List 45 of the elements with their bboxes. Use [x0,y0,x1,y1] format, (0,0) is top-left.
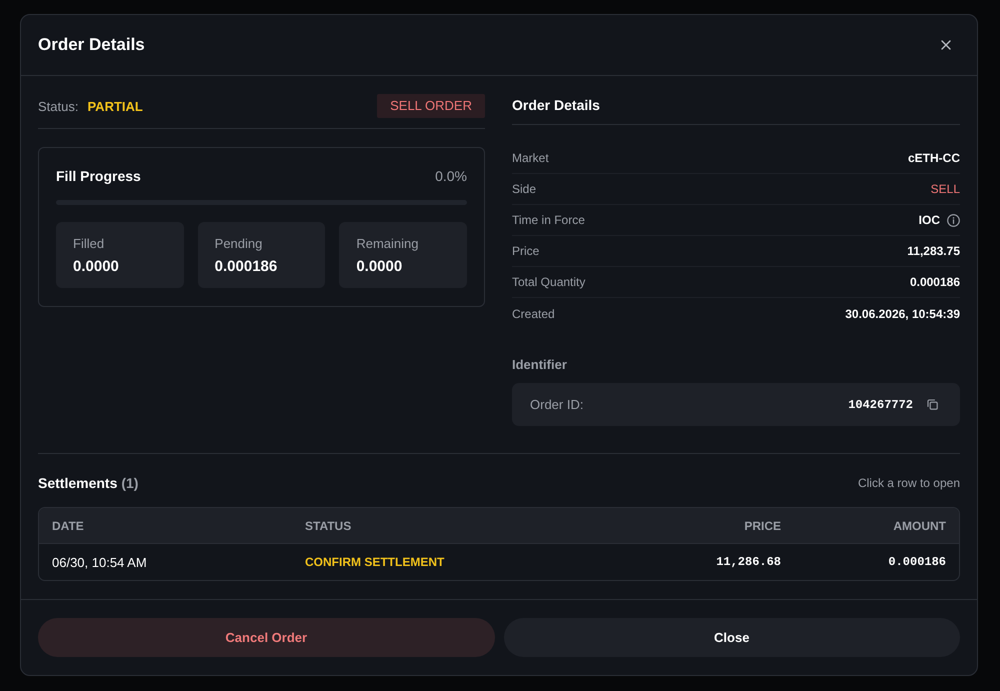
detail-label: Total Quantity [512,275,586,289]
date-cell[interactable]: 06/30, 10:54 AM [52,554,305,570]
column-header: AMOUNT [892,518,946,532]
close-dialog-button[interactable]: Close [504,618,960,657]
identifier-heading: Identifier [512,356,567,372]
detail-label: Created [512,306,555,320]
detail-label: Side [512,182,536,196]
detail-label: Market [512,151,549,165]
sell-order-badge: SELL ORDER [377,94,485,118]
detail-value: 0.000186 [910,275,960,289]
column-header: STATUS [305,518,352,532]
order-id-value: 104267772 [848,398,913,412]
status-label: Status: [38,98,78,114]
dialog-title: Order Details [38,35,145,55]
settlements-heading: Settlements [38,475,118,491]
stat-value: 0.000186 [214,257,278,277]
status-cell[interactable]: CONFIRM SETTLEMENT [305,555,641,569]
order-id-label: Order ID: [530,397,584,412]
stat-label: Remaining [356,236,418,252]
settlements-count: (1) [121,475,138,491]
cancel-order-button[interactable]: Cancel Order [38,618,494,657]
status-value: PARTIAL [87,98,143,114]
amount-cell[interactable]: 0.000186 [781,555,946,569]
close-button[interactable] [939,38,953,52]
close-icon [941,40,951,50]
detail-value: 11,283.75 [907,244,960,258]
copy-icon[interactable] [927,399,938,410]
detail-label: Time in Force [512,213,585,227]
detail-value: SELL [930,182,960,196]
info-icon[interactable] [947,214,960,226]
detail-value: 30.06.2026, 10:54:39 [845,306,960,320]
column-header: PRICE [743,518,781,532]
stat-value: 0.0000 [356,257,402,277]
fill-percent: 0.0% [435,168,467,184]
detail-value: IOC [918,213,940,227]
stat-label: Pending [214,236,262,252]
section-heading: Order Details [512,97,600,113]
column-header: DATE [52,518,85,532]
settlements-hint: Click a row to open [858,476,960,490]
stat-label: Filled [73,236,104,252]
detail-value: cETH-CC [908,151,960,165]
stat-value: 0.0000 [73,257,119,277]
detail-label: Price [512,244,540,258]
price-cell[interactable]: 11,286.68 [641,555,781,569]
fill-progress-title: Fill Progress [56,168,141,184]
